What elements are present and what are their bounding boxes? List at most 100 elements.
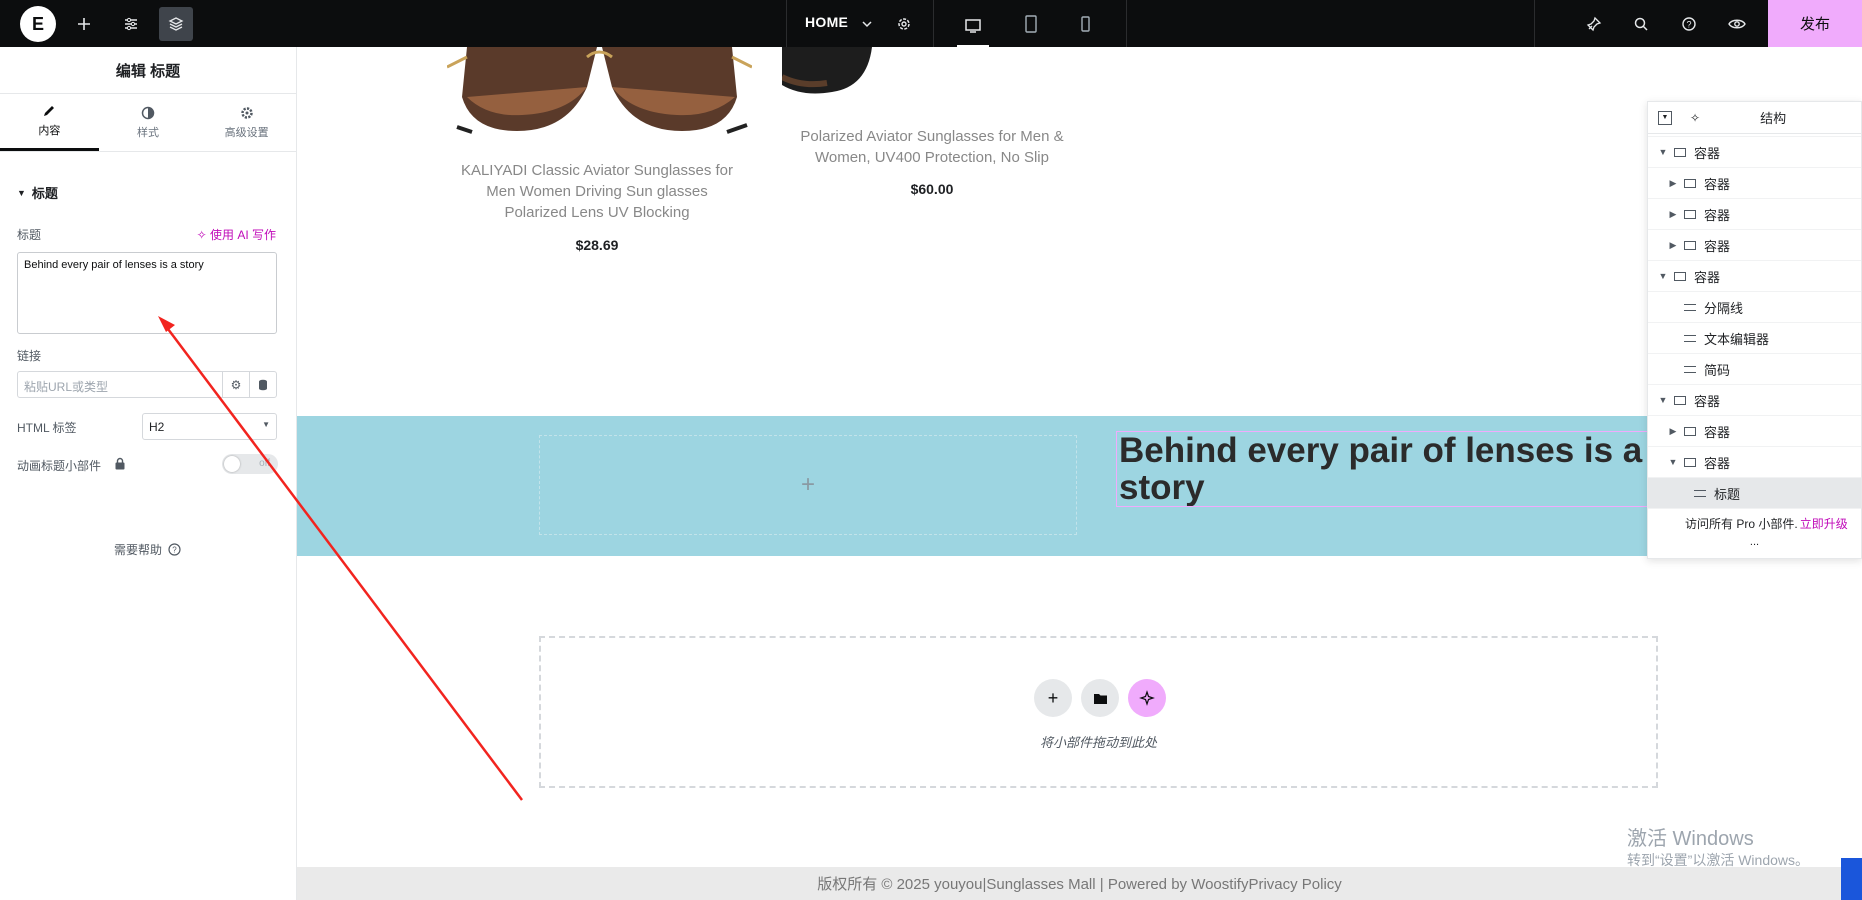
empty-column-add[interactable]: + — [539, 435, 1077, 535]
section-toggle-title[interactable]: ▼ 标题 — [17, 183, 58, 202]
top-bar: E HOME ? 发布 — [0, 0, 1862, 47]
navigator-row[interactable]: ▼ 容器 — [1648, 447, 1861, 478]
template-library-folder-icon[interactable] — [1081, 679, 1119, 717]
navigator-title: 结构 — [1760, 111, 1787, 126]
windows-activation-hint: 转到“设置”以激活 Windows。 — [1627, 852, 1810, 868]
caret-down-icon[interactable]: ▼ — [1668, 457, 1678, 467]
navigator-resize-handle[interactable]: ... — [1648, 537, 1861, 548]
upgrade-link[interactable]: 立即升级 — [1800, 515, 1848, 532]
navigator-row-label: 标题 — [1714, 486, 1741, 502]
tab-advanced[interactable]: 高级设置 — [197, 94, 296, 151]
container-icon — [1684, 457, 1696, 467]
caret-down-icon: ▼ — [17, 187, 26, 198]
product-title-line: KALIYADI Classic Aviator Sunglasses for — [460, 162, 734, 179]
dynamic-tags-icon[interactable] — [249, 372, 276, 397]
link-field-label: 链接 — [17, 349, 42, 363]
caret-right-icon[interactable]: ▶ — [1668, 240, 1678, 251]
widget-drop-zone[interactable]: + 将小部件拖动到此处 — [539, 636, 1658, 788]
navigator-row[interactable]: ▼ 容器 — [1648, 261, 1861, 292]
desktop-view-icon[interactable] — [957, 7, 989, 47]
chevron-down-icon: ▼ — [262, 420, 270, 429]
product-title-line: Women, UV400 Protection, No Slip — [814, 149, 1049, 166]
container-icon — [1684, 178, 1696, 188]
caret-right-icon[interactable]: ▶ — [1668, 426, 1678, 437]
add-section-button[interactable]: + — [1034, 679, 1072, 717]
caret-down-icon[interactable]: ▼ — [1658, 147, 1668, 157]
elementor-logo-icon[interactable]: E — [20, 6, 56, 42]
navigator-row-label: 文本编辑器 — [1704, 331, 1770, 347]
sparkle-icon[interactable]: ✧ — [1690, 111, 1700, 125]
notes-pin-icon[interactable] — [1577, 7, 1611, 41]
link-options-gear-icon[interactable]: ⚙ — [222, 372, 249, 397]
product-price: $60.00 — [910, 181, 954, 197]
svg-text:?: ? — [172, 546, 177, 555]
html-tag-label: HTML 标签 — [17, 421, 77, 435]
product-title-line: Men Women Driving Sun glasses — [486, 183, 708, 200]
navigator-row[interactable]: ▶ 容器 — [1648, 168, 1861, 199]
tab-content[interactable]: 内容 — [0, 94, 99, 151]
product-image-aviator[interactable] — [447, 47, 752, 137]
divider — [1534, 0, 1535, 47]
drop-zone-hint: 将小部件拖动到此处 — [1039, 735, 1157, 750]
ai-sparkle-button[interactable] — [1128, 679, 1166, 717]
story-section[interactable]: + Behind every pair of lenses is a story — [297, 416, 1862, 556]
link-input[interactable]: 粘贴URL或类型 — [18, 372, 222, 397]
tab-style[interactable]: 样式 — [99, 94, 198, 151]
search-icon[interactable] — [1624, 7, 1658, 41]
container-icon — [1684, 209, 1696, 219]
preview-eye-icon[interactable] — [1720, 7, 1754, 41]
navigator-row[interactable]: ▶ 容器 — [1648, 416, 1861, 447]
structure-layers-icon[interactable] — [159, 7, 193, 41]
navigator-row[interactable]: 文本编辑器 — [1648, 323, 1861, 354]
publish-button[interactable]: 发布 — [1768, 0, 1862, 47]
navigator-row[interactable]: 分隔线 — [1648, 292, 1861, 323]
mobile-view-icon[interactable] — [1068, 7, 1102, 41]
question-circle-icon: ? — [168, 543, 181, 556]
navigator-row-label: 容器 — [1694, 269, 1721, 285]
title-textarea[interactable]: Behind every pair of lenses is a story — [17, 252, 277, 334]
caret-down-icon[interactable]: ▼ — [1658, 271, 1668, 281]
navigator-row[interactable]: ▶ 容器 — [1648, 199, 1861, 230]
product-image-sunglasses[interactable] — [782, 47, 877, 97]
structure-navigator: ▼ ✧ 结构 ▼ 容器 ▶ 容器 ▶ 容器 ▶ 容器 ▼ 容器 分隔线 文本编辑器 简码 ▼ 容器 ▶ 容器 ▼ 容… — [1647, 101, 1862, 559]
product-title[interactable]: Polarized Aviator Sunglasses for Men & W… — [772, 126, 1092, 168]
html-tag-select[interactable]: H2 ▼ — [142, 413, 277, 440]
html-tag-value: H2 — [149, 420, 165, 434]
tablet-view-icon[interactable] — [1014, 7, 1048, 41]
chevron-down-icon[interactable] — [850, 7, 884, 41]
caret-right-icon[interactable]: ▶ — [1668, 209, 1678, 220]
navigator-row[interactable]: 简码 — [1648, 354, 1861, 385]
caret-down-icon[interactable]: ▼ — [1658, 395, 1668, 405]
container-icon — [1674, 271, 1686, 281]
page-selector[interactable]: HOME — [805, 14, 848, 30]
caret-right-icon[interactable]: ▶ — [1668, 178, 1678, 189]
site-settings-icon[interactable] — [114, 7, 148, 41]
pro-upgrade-banner: 访问所有 Pro 小部件. 立即升级 — [1648, 509, 1861, 538]
sparkle-icon: ✧ — [196, 228, 207, 242]
lock-icon — [114, 457, 126, 475]
site-footer: 版权所有 © 2025 youyou|Sunglasses Mall | Pow… — [297, 867, 1862, 900]
page-settings-gear-icon[interactable] — [887, 7, 921, 41]
scroll-to-top-button[interactable] — [1841, 858, 1862, 900]
animated-headline-toggle[interactable]: off — [222, 454, 278, 474]
help-link[interactable]: 需要帮助 ? — [114, 541, 181, 558]
navigator-header: ▼ ✧ 结构 — [1648, 102, 1861, 134]
product-title[interactable]: KALIYADI Classic Aviator Sunglasses for … — [427, 160, 767, 223]
add-element-icon[interactable] — [67, 7, 101, 41]
navigator-row-label: 容器 — [1704, 238, 1731, 254]
help-icon[interactable]: ? — [1672, 7, 1706, 41]
windows-activation-title: 激活 Windows — [1627, 828, 1754, 850]
divider — [933, 0, 934, 47]
selected-heading-widget[interactable]: Behind every pair of lenses is a story — [1116, 431, 1658, 507]
navigator-row[interactable]: ▶ 容器 — [1648, 230, 1861, 261]
navigator-row-label: 分隔线 — [1704, 300, 1744, 316]
heading-icon — [1694, 489, 1706, 497]
editor-canvas: KALIYADI Classic Aviator Sunglasses for … — [297, 47, 1862, 900]
navigator-row[interactable]: ▼ 容器 — [1648, 385, 1861, 416]
container-icon — [1674, 395, 1686, 405]
navigator-row-label: 容器 — [1704, 455, 1731, 471]
navigator-row[interactable]: 标题 — [1648, 478, 1861, 509]
navigator-row[interactable]: ▼ 容器 — [1648, 137, 1861, 168]
collapse-all-icon[interactable]: ▼ — [1658, 110, 1672, 125]
ai-write-button[interactable]: ✧ 使用 AI 写作 — [197, 226, 276, 243]
